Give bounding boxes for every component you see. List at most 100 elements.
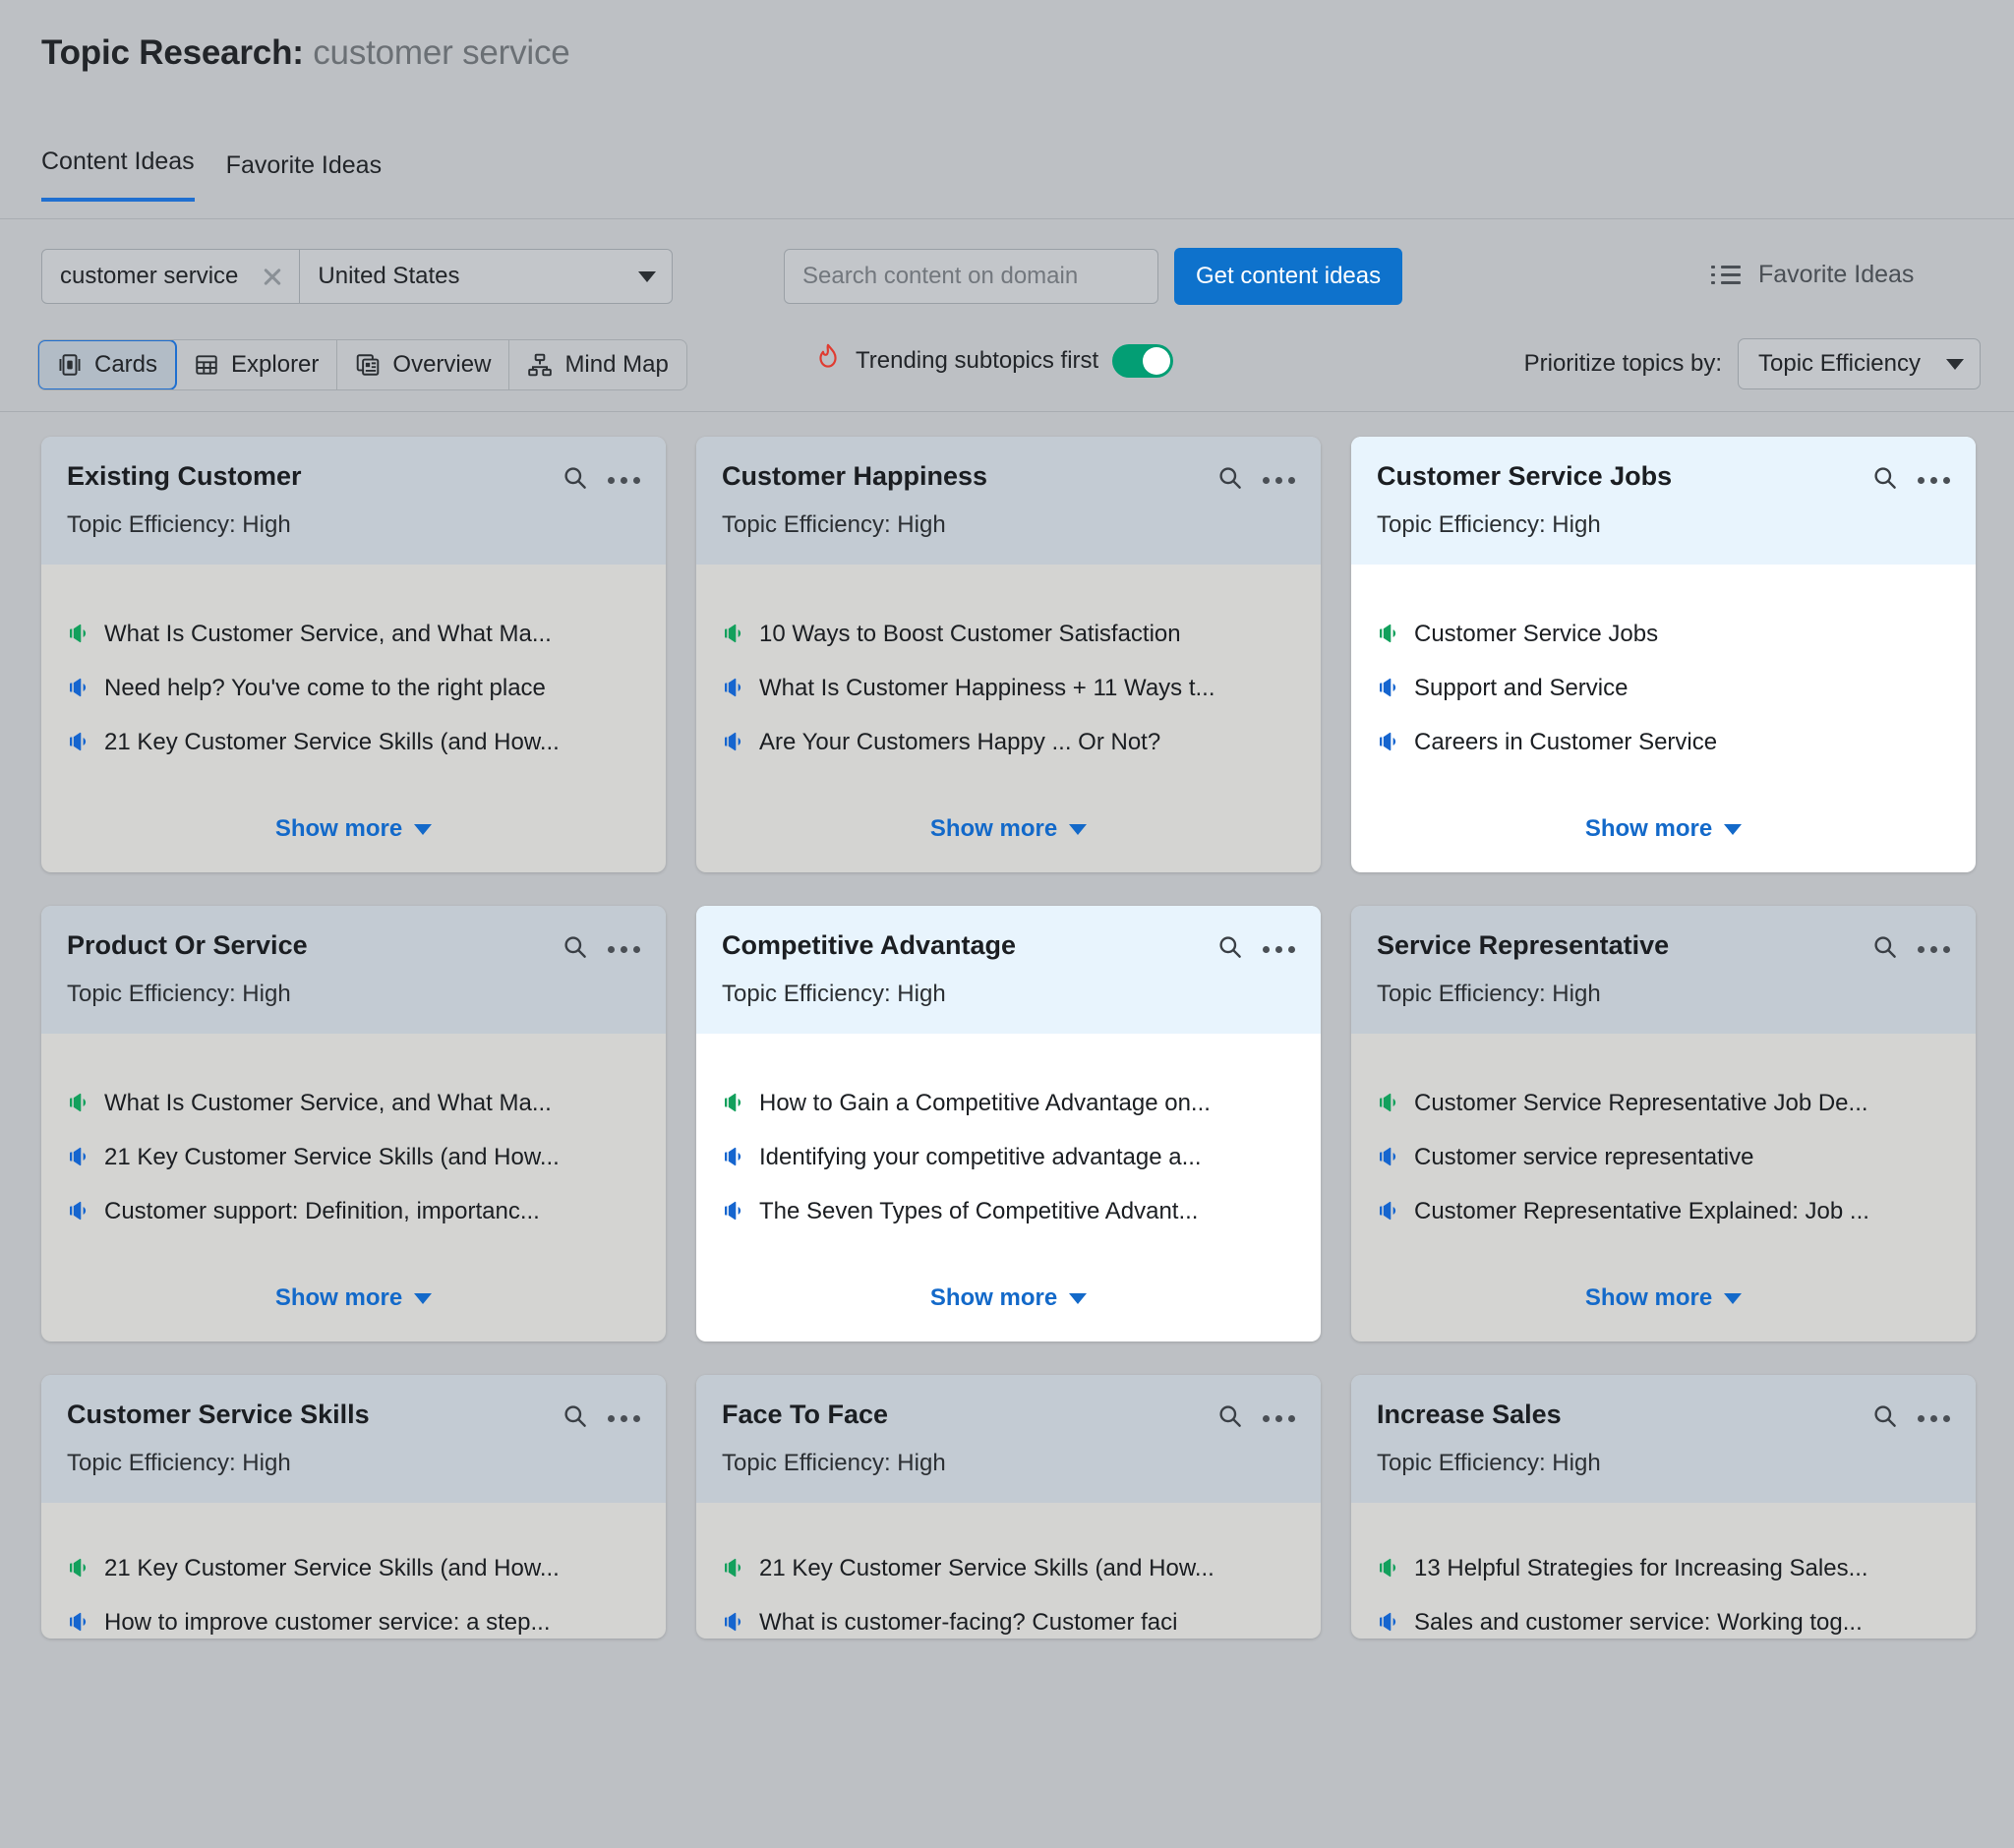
topic-card[interactable]: Product Or Service Topic Efficiency: High… [41, 906, 666, 1341]
megaphone-icon [67, 1199, 90, 1227]
topic-card-header: Customer Happiness Topic Efficiency: High [696, 437, 1321, 565]
topic-card[interactable]: Service Representative Topic Efficiency: … [1351, 906, 1976, 1341]
show-more-button[interactable]: Show more [1377, 1251, 1950, 1341]
domain-search-input[interactable]: Search content on domain [784, 249, 1158, 304]
more-options-icon[interactable] [1918, 1414, 1950, 1422]
idea-item[interactable]: Need help? You've come to the right plac… [67, 674, 640, 704]
prioritize-select[interactable]: Topic Efficiency [1738, 338, 1981, 389]
chevron-down-icon [1724, 1292, 1743, 1304]
idea-item[interactable]: How to Gain a Competitive Advantage on..… [722, 1089, 1295, 1119]
idea-item[interactable]: Careers in Customer Service [1377, 728, 1950, 758]
idea-item[interactable]: 21 Key Customer Service Skills (and How.… [67, 1554, 640, 1584]
show-more-button[interactable]: Show more [67, 782, 640, 872]
megaphone-icon [1377, 622, 1400, 650]
idea-item[interactable]: 21 Key Customer Service Skills (and How.… [722, 1554, 1295, 1584]
show-more-button[interactable]: Show more [1377, 782, 1950, 872]
idea-item[interactable]: Identifying your competitive advantage a… [722, 1143, 1295, 1173]
idea-item[interactable]: The Seven Types of Competitive Advant... [722, 1197, 1295, 1227]
more-options-icon[interactable] [1263, 476, 1295, 484]
search-icon[interactable] [1871, 1402, 1898, 1434]
show-more-label: Show more [274, 1284, 403, 1311]
topic-card[interactable]: Customer Service Jobs Topic Efficiency: H… [1351, 437, 1976, 872]
idea-item[interactable]: Customer support: Definition, importanc.… [67, 1197, 640, 1227]
search-icon[interactable] [1871, 933, 1898, 965]
idea-item[interactable]: What Is Customer Service, and What Ma... [67, 1089, 640, 1119]
idea-item[interactable]: How to improve customer service: a step.… [67, 1608, 640, 1639]
topic-card-header: Increase Sales Topic Efficiency: High [1351, 1375, 1976, 1503]
clear-keyword-icon[interactable] [260, 264, 285, 289]
keyword-field[interactable]: customer service [42, 250, 301, 303]
more-options-icon[interactable] [608, 1414, 640, 1422]
favorite-ideas-link[interactable]: Favorite Ideas [1711, 261, 1914, 289]
topic-card[interactable]: Existing Customer Topic Efficiency: High W… [41, 437, 666, 872]
megaphone-icon [67, 676, 90, 704]
idea-title: 21 Key Customer Service Skills (and How.… [759, 1555, 1214, 1581]
view-mode-cards[interactable]: Cards [37, 340, 178, 389]
show-more-label: Show more [929, 815, 1058, 842]
view-mode-overview[interactable]: Overview [337, 340, 510, 389]
idea-item[interactable]: What is customer-facing? Customer faci [722, 1608, 1295, 1639]
idea-item[interactable]: What Is Customer Service, and What Ma... [67, 620, 640, 650]
location-select[interactable]: United States [300, 250, 672, 303]
table-icon [194, 352, 219, 378]
topic-card[interactable]: Customer Service Skills Topic Efficiency:… [41, 1375, 666, 1639]
search-icon[interactable] [562, 933, 588, 965]
idea-title: What Is Customer Service, and What Ma... [104, 621, 552, 647]
idea-item[interactable]: Customer Service Representative Job De..… [1377, 1089, 1950, 1119]
topic-card-body: Customer Service Jobs Support and Service… [1351, 565, 1976, 872]
show-more-button[interactable]: Show more [722, 782, 1295, 872]
more-options-icon[interactable] [1918, 945, 1950, 953]
search-icon[interactable] [1216, 1402, 1243, 1434]
idea-title: Customer Service Representative Job De..… [1414, 1090, 1868, 1116]
more-options-icon[interactable] [1263, 945, 1295, 953]
megaphone-icon [1377, 676, 1400, 704]
topic-card-body: 13 Helpful Strategies for Increasing Sal… [1351, 1503, 1976, 1639]
idea-title: Careers in Customer Service [1414, 729, 1718, 755]
idea-item[interactable]: Are Your Customers Happy ... Or Not? [722, 728, 1295, 758]
topic-card[interactable]: Face To Face Topic Efficiency: High 21 Key… [696, 1375, 1321, 1639]
more-options-icon[interactable] [1263, 1414, 1295, 1422]
idea-item[interactable]: Customer Representative Explained: Job .… [1377, 1197, 1950, 1227]
idea-title: What Is Customer Happiness + 11 Ways t..… [759, 675, 1215, 701]
topic-card[interactable]: Customer Happiness Topic Efficiency: High… [696, 437, 1321, 872]
megaphone-icon [722, 1145, 745, 1173]
search-icon[interactable] [1871, 464, 1898, 496]
favorite-ideas-label: Favorite Ideas [1758, 261, 1915, 288]
idea-item[interactable]: Support and Service [1377, 674, 1950, 704]
idea-item[interactable]: Customer Service Jobs [1377, 620, 1950, 650]
topic-card[interactable]: Increase Sales Topic Efficiency: High 13 H… [1351, 1375, 1976, 1639]
topic-card-header: Competitive Advantage Topic Efficiency: H… [696, 906, 1321, 1034]
trending-subtopics-toggle[interactable] [1112, 343, 1174, 378]
topic-card-body: What Is Customer Service, and What Ma...… [41, 565, 666, 872]
idea-item[interactable]: Sales and customer service: Working tog.… [1377, 1608, 1950, 1639]
idea-title: Support and Service [1414, 675, 1629, 701]
view-mode-mind-map[interactable]: Mind Map [509, 340, 685, 389]
show-more-label: Show more [929, 1284, 1058, 1311]
tab-content-ideas[interactable]: Content Ideas [41, 148, 195, 202]
topic-card-body: How to Gain a Competitive Advantage on..… [696, 1034, 1321, 1341]
show-more-button[interactable]: Show more [67, 1251, 640, 1341]
idea-item[interactable]: 21 Key Customer Service Skills (and How.… [67, 728, 640, 758]
trending-subtopics-control: Trending subtopics first [814, 342, 1174, 379]
more-options-icon[interactable] [608, 945, 640, 953]
search-icon[interactable] [1216, 464, 1243, 496]
tab-favorite-ideas[interactable]: Favorite Ideas [226, 151, 382, 202]
show-more-button[interactable]: Show more [722, 1251, 1295, 1341]
topic-card-title: Customer Happiness [722, 461, 988, 491]
get-content-ideas-button[interactable]: Get content ideas [1174, 248, 1403, 305]
view-mode-explorer[interactable]: Explorer [176, 340, 338, 389]
more-options-icon[interactable] [608, 476, 640, 484]
topic-card-body: 21 Key Customer Service Skills (and How.… [41, 1503, 666, 1639]
search-icon[interactable] [562, 1402, 588, 1434]
topic-card[interactable]: Competitive Advantage Topic Efficiency: H… [696, 906, 1321, 1341]
idea-item[interactable]: What Is Customer Happiness + 11 Ways t..… [722, 674, 1295, 704]
search-icon[interactable] [562, 464, 588, 496]
idea-item[interactable]: Customer service representative [1377, 1143, 1950, 1173]
more-options-icon[interactable] [1918, 476, 1950, 484]
show-more-label: Show more [274, 815, 403, 842]
idea-item[interactable]: 13 Helpful Strategies for Increasing Sal… [1377, 1554, 1950, 1584]
search-icon[interactable] [1216, 933, 1243, 965]
idea-item[interactable]: 21 Key Customer Service Skills (and How.… [67, 1143, 640, 1173]
topic-card-title: Competitive Advantage [722, 930, 1017, 960]
idea-item[interactable]: 10 Ways to Boost Customer Satisfaction [722, 620, 1295, 650]
